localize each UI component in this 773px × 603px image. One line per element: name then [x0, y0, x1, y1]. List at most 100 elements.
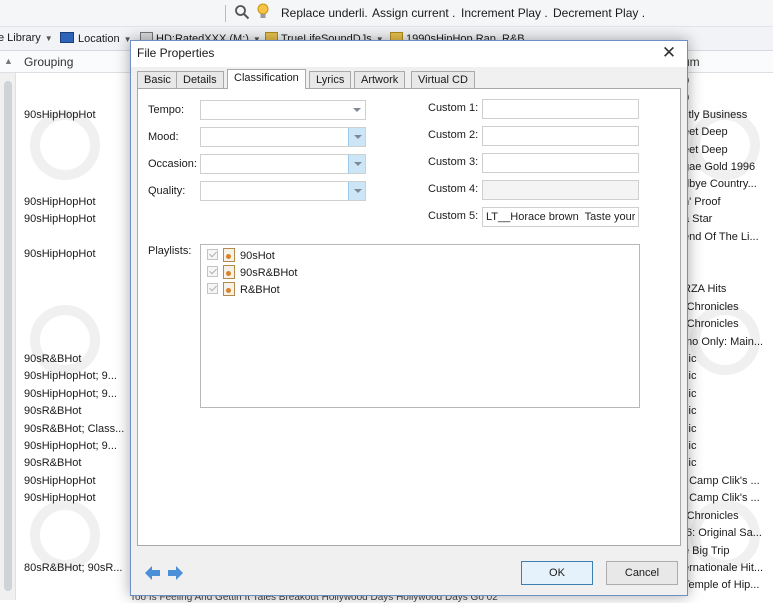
- table-row[interactable]: 90sHipHopHot: [24, 196, 96, 208]
- table-row[interactable]: 90sR&BHot; Class...: [24, 423, 124, 435]
- tab-artwork[interactable]: Artwork: [354, 71, 406, 88]
- arrow-left-icon[interactable]: [145, 566, 161, 580]
- table-row[interactable]: sic: [683, 405, 773, 417]
- decrement-play-button[interactable]: Decrement Play .: [553, 6, 645, 20]
- table-row[interactable]: sic: [683, 353, 773, 365]
- cancel-button[interactable]: Cancel: [606, 561, 678, 585]
- chevron-down-icon[interactable]: [348, 101, 365, 119]
- toolbar-separator: [225, 5, 226, 22]
- table-row[interactable]: a Star: [683, 213, 773, 225]
- lightbulb-icon[interactable]: [256, 3, 270, 21]
- playlist-name: 90sHot: [240, 250, 275, 262]
- table-row[interactable]: t Camp Clik's ...: [683, 475, 773, 487]
- table-row[interactable]: 90sR&BHot: [24, 353, 81, 365]
- playlist-icon: [223, 248, 235, 262]
- checkbox[interactable]: [207, 283, 218, 294]
- custom-2-field[interactable]: [482, 126, 639, 146]
- table-row[interactable]: 90sHipHopHot: [24, 213, 96, 225]
- table-row[interactable]: sic: [683, 388, 773, 400]
- custom-5-field[interactable]: [482, 207, 639, 227]
- custom-4-label: Custom 4:: [428, 183, 479, 195]
- playlist-icon: [223, 265, 235, 279]
- table-row[interactable]: e Big Trip: [683, 545, 773, 557]
- sort-up-icon[interactable]: ▲: [4, 56, 13, 66]
- table-row[interactable]: -Chronicles: [683, 318, 773, 330]
- tab-details[interactable]: Details: [176, 71, 224, 88]
- chevron-down-icon[interactable]: ▼: [45, 34, 53, 43]
- custom-1-field[interactable]: [482, 99, 639, 119]
- table-row[interactable]: end Of The Li...: [683, 231, 773, 243]
- tempo-select[interactable]: [200, 100, 366, 120]
- assign-current-button[interactable]: Assign current .: [372, 6, 455, 20]
- table-row[interactable]: 80sR&BHot; 90sR...: [24, 562, 122, 574]
- table-row[interactable]: Temple of Hip...: [683, 579, 773, 591]
- table-row[interactable]: sic: [683, 423, 773, 435]
- custom-2-label: Custom 2:: [428, 129, 479, 141]
- table-row[interactable]: 90sHipHopHot: [24, 492, 96, 504]
- table-row[interactable]: 90sHipHopHot; 9...: [24, 370, 117, 382]
- table-row[interactable]: sic: [683, 370, 773, 382]
- table-row[interactable]: ,6: Original Sa...: [683, 527, 773, 539]
- table-row[interactable]: 90sHipHopHot; 9...: [24, 388, 117, 400]
- custom-3-field[interactable]: [482, 153, 639, 173]
- tab-lyrics[interactable]: Lyrics: [309, 71, 352, 88]
- checkbox[interactable]: [207, 249, 218, 260]
- playlist-name: 90sR&BHot: [240, 267, 298, 279]
- arrow-right-icon[interactable]: [167, 566, 183, 580]
- quality-select[interactable]: [200, 181, 366, 201]
- tab-classification[interactable]: Classification: [227, 69, 306, 89]
- list-item[interactable]: 90sHot: [207, 248, 275, 264]
- playlists-label: Playlists:: [148, 245, 192, 257]
- tab-virtual-cd[interactable]: Virtual CD: [411, 71, 475, 88]
- playlists-list[interactable]: 90sHot 90sR&BHot R&BHot: [200, 244, 640, 408]
- mood-select[interactable]: [200, 127, 366, 147]
- ok-button[interactable]: OK: [521, 561, 593, 585]
- table-row[interactable]: sic: [683, 440, 773, 452]
- table-row[interactable]: 90sR&BHot: [24, 405, 81, 417]
- location-icon: [60, 32, 74, 43]
- playlist-name: R&BHot: [240, 284, 280, 296]
- table-row[interactable]: RZA Hits: [683, 283, 773, 295]
- checkbox[interactable]: [207, 266, 218, 277]
- breadcrumb-library[interactable]: e Library ▼: [0, 32, 53, 44]
- table-row[interactable]: gae Gold 1996: [683, 161, 773, 173]
- watermark-logo: [30, 500, 100, 570]
- chevron-down-icon[interactable]: [348, 155, 365, 173]
- file-properties-dialog: File Properties ✕ Basic Details Classifi…: [130, 40, 688, 596]
- custom-4-field[interactable]: [482, 180, 639, 200]
- column-grouping[interactable]: Grouping: [24, 55, 73, 69]
- table-row[interactable]: 90sHipHopHot: [24, 475, 96, 487]
- close-icon[interactable]: ✕: [659, 43, 679, 63]
- table-row[interactable]: eet Deep: [683, 126, 773, 138]
- table-row[interactable]: -Chronicles: [683, 301, 773, 313]
- table-row[interactable]: 90sR&BHot: [24, 457, 81, 469]
- table-row[interactable]: mo Only: Main...: [683, 336, 773, 348]
- table-row[interactable]: ctly Business: [683, 109, 773, 121]
- list-item[interactable]: 90sR&BHot: [207, 265, 297, 281]
- chevron-down-icon[interactable]: [348, 128, 365, 146]
- table-row[interactable]: 90sHipHopHot: [24, 248, 96, 260]
- occasion-select[interactable]: [200, 154, 366, 174]
- table-row[interactable]: 90sHipHopHot; 9...: [24, 440, 117, 452]
- table-row[interactable]: ernationale Hit...: [683, 562, 773, 574]
- table-row[interactable]: 0: [683, 92, 773, 104]
- table-row[interactable]: n' Proof: [683, 196, 773, 208]
- chevron-down-icon[interactable]: [348, 182, 365, 200]
- tab-basic[interactable]: Basic: [137, 71, 178, 88]
- table-row[interactable]: eet Deep: [683, 144, 773, 156]
- custom-5-label: Custom 5:: [428, 210, 479, 222]
- increment-play-button[interactable]: Increment Play .: [461, 6, 548, 20]
- breadcrumb-location[interactable]: Location ▼: [60, 32, 132, 45]
- vertical-scrollbar[interactable]: [0, 73, 16, 600]
- table-row[interactable]: -Chronicles: [683, 510, 773, 522]
- table-row[interactable]: 90sHipHopHot: [24, 109, 96, 121]
- replace-underline-button[interactable]: Replace underli.: [281, 6, 368, 20]
- table-row[interactable]: dbye Country...: [683, 178, 773, 190]
- table-row[interactable]: sic: [683, 457, 773, 469]
- search-icon[interactable]: [234, 4, 250, 20]
- list-item[interactable]: R&BHot: [207, 282, 280, 298]
- table-row[interactable]: t Camp Clik's ...: [683, 492, 773, 504]
- breadcrumb-location-label: Location: [78, 33, 120, 45]
- table-row[interactable]: 0: [683, 75, 773, 87]
- scrollbar-thumb[interactable]: [4, 81, 12, 591]
